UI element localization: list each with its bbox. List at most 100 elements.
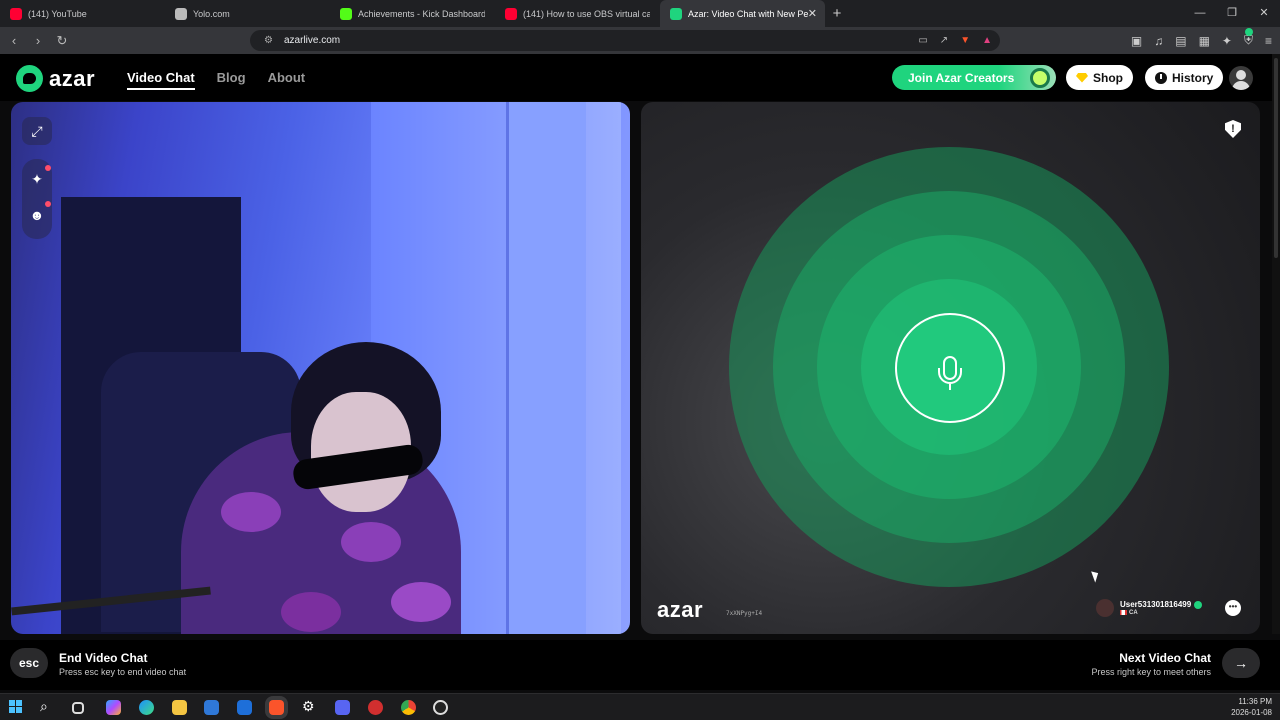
chrome-icon[interactable] bbox=[401, 700, 416, 715]
url-actions: ▭ ↗ ▼ ▲ bbox=[918, 35, 992, 46]
cast-icon[interactable]: ▭ bbox=[918, 35, 927, 46]
minimize-icon[interactable]: — bbox=[1184, 0, 1216, 27]
notification-dot bbox=[45, 201, 51, 207]
remote-video: ! azar 7xXNPyg+I4 User531301816499 CA ••… bbox=[641, 102, 1260, 634]
background-door bbox=[506, 102, 586, 634]
kick-icon bbox=[340, 7, 352, 20]
leo-icon[interactable]: ✦ bbox=[1222, 34, 1232, 48]
clock-icon bbox=[1155, 71, 1167, 84]
azar-icon bbox=[670, 7, 682, 20]
system-clock[interactable]: 11:36 PM 2026-01-08 bbox=[1231, 696, 1272, 718]
search-icon[interactable]: ⌕ bbox=[40, 698, 55, 714]
online-status-dot bbox=[1245, 28, 1253, 36]
microphone-icon bbox=[895, 313, 1005, 423]
face-filter-icon[interactable]: ☻ bbox=[22, 207, 52, 223]
site-settings-icon[interactable]: ⚙ bbox=[264, 35, 273, 46]
next-chat-hint: Press right key to meet others bbox=[1091, 667, 1211, 677]
rewards-icon[interactable]: ▲ bbox=[982, 35, 992, 46]
next-chat-title: Next Video Chat bbox=[1119, 651, 1211, 665]
expand-icon[interactable]: ⤢ bbox=[22, 117, 52, 145]
close-window-icon[interactable]: ✕ bbox=[1248, 0, 1280, 27]
peer-info[interactable]: User531301816499 CA bbox=[1096, 599, 1203, 617]
discord-icon[interactable] bbox=[335, 700, 350, 715]
shop-label: Shop bbox=[1093, 70, 1123, 85]
back-icon[interactable]: ‹ bbox=[4, 33, 24, 48]
join-creators-label: Join Azar Creators bbox=[908, 70, 1015, 85]
obs-icon[interactable] bbox=[433, 700, 448, 715]
brave-shield-icon[interactable]: ▼ bbox=[960, 35, 970, 46]
youtube-icon bbox=[505, 7, 517, 20]
peer-name: User531301816499 bbox=[1120, 599, 1192, 609]
creators-badge-icon bbox=[1030, 68, 1050, 88]
screenshot-icon[interactable]: ▣ bbox=[1131, 34, 1142, 48]
nav-about[interactable]: About bbox=[268, 70, 306, 90]
browser-tab[interactable]: (141) YouTube bbox=[0, 0, 165, 27]
app-icon[interactable] bbox=[368, 700, 383, 715]
yolo-icon bbox=[175, 7, 187, 20]
notification-dot bbox=[45, 165, 51, 171]
settings-icon[interactable]: ⚙ bbox=[302, 698, 317, 714]
copilot-icon[interactable] bbox=[106, 700, 121, 715]
edge-icon[interactable] bbox=[139, 700, 154, 715]
sparkle-effects-icon[interactable]: ✦ bbox=[22, 171, 52, 188]
history-label: History bbox=[1172, 70, 1214, 85]
verified-icon bbox=[1194, 600, 1203, 609]
watermark-id: 7xXNPyg+I4 bbox=[726, 610, 763, 617]
forward-icon[interactable]: › bbox=[28, 33, 48, 48]
file-explorer-icon[interactable] bbox=[172, 700, 187, 715]
history-button[interactable]: History bbox=[1145, 65, 1224, 90]
windows-taskbar: ⌕ ⚙ 11:36 PM 2026-01-08 bbox=[0, 693, 1280, 720]
effects-toolbar: ✦ ☻ bbox=[22, 159, 52, 239]
chat-bubble-icon[interactable]: ••• bbox=[1225, 600, 1241, 616]
new-tab-button[interactable]: + bbox=[825, 5, 849, 22]
store-icon[interactable] bbox=[204, 700, 219, 715]
nav-blog[interactable]: Blog bbox=[217, 70, 246, 90]
browser-tab-active[interactable]: Azar: Video Chat with New Pe ✕ bbox=[660, 0, 825, 27]
address-row: ‹ › ↻ ⚐ ⚙ azarlive.com ▭ ↗ ▼ ▲ ▣ ♫ ▤ ▦ ✦… bbox=[0, 27, 1280, 54]
azar-logo-icon bbox=[16, 65, 43, 92]
window-controls: — ❐ ✕ bbox=[1184, 0, 1280, 27]
tab-title: Azar: Video Chat with New Pe bbox=[688, 8, 809, 19]
reload-icon[interactable]: ↻ bbox=[52, 33, 72, 49]
url-bar[interactable]: ⚙ azarlive.com ▭ ↗ ▼ ▲ bbox=[250, 30, 1000, 51]
windows-start-icon[interactable] bbox=[9, 700, 24, 715]
browser-tab[interactable]: Achievements - Kick Dashboard bbox=[330, 0, 495, 27]
menu-icon[interactable]: ≡ bbox=[1265, 34, 1272, 48]
report-shield-icon[interactable]: ! bbox=[1225, 120, 1241, 138]
peer-avatar bbox=[1096, 599, 1114, 617]
site-header: azar Video Chat Blog About Join Azar Cre… bbox=[0, 54, 1280, 101]
join-creators-button[interactable]: Join Azar Creators bbox=[892, 65, 1056, 90]
shop-button[interactable]: Shop bbox=[1066, 65, 1133, 90]
logo-text: azar bbox=[49, 65, 96, 91]
next-chat-button[interactable]: → bbox=[1222, 648, 1260, 678]
page-scrollbar[interactable] bbox=[1272, 54, 1280, 634]
chat-controls: esc End Video Chat Press esc key to end … bbox=[0, 640, 1280, 690]
brave-icon[interactable] bbox=[269, 700, 284, 715]
gem-icon bbox=[1076, 72, 1088, 83]
clock-time: 11:36 PM bbox=[1238, 697, 1272, 706]
tab-title: (141) How to use OBS virtual camera bbox=[523, 8, 650, 19]
tab-title: Achievements - Kick Dashboard bbox=[358, 8, 485, 19]
tab-title: Yolo.com bbox=[193, 8, 230, 19]
restore-icon[interactable]: ❐ bbox=[1216, 0, 1248, 27]
nav-video-chat[interactable]: Video Chat bbox=[127, 70, 195, 90]
browser-tab[interactable]: Yolo.com bbox=[165, 0, 330, 27]
profile-avatar[interactable] bbox=[1229, 66, 1253, 90]
wallet-icon[interactable]: ▦ bbox=[1199, 34, 1210, 48]
sidebar-icon[interactable]: ▤ bbox=[1175, 34, 1186, 48]
tab-title: (141) YouTube bbox=[28, 8, 87, 19]
close-tab-icon[interactable]: ✕ bbox=[808, 7, 817, 20]
end-chat-title: End Video Chat bbox=[59, 651, 148, 665]
youtube-icon bbox=[10, 7, 22, 20]
peer-country: CA bbox=[1129, 610, 1138, 617]
music-icon[interactable]: ♫ bbox=[1154, 34, 1163, 48]
end-chat-button[interactable]: esc bbox=[10, 648, 48, 678]
azar-watermark: azar bbox=[657, 597, 704, 622]
canada-flag-icon bbox=[1120, 609, 1127, 615]
end-chat-hint: Press esc key to end video chat bbox=[59, 667, 187, 677]
browser-tab[interactable]: (141) How to use OBS virtual camera bbox=[495, 0, 660, 27]
mail-icon[interactable] bbox=[237, 700, 252, 715]
task-view-icon[interactable] bbox=[72, 702, 84, 714]
azar-logo[interactable]: azar bbox=[16, 65, 95, 92]
share-icon[interactable]: ↗ bbox=[940, 35, 948, 46]
